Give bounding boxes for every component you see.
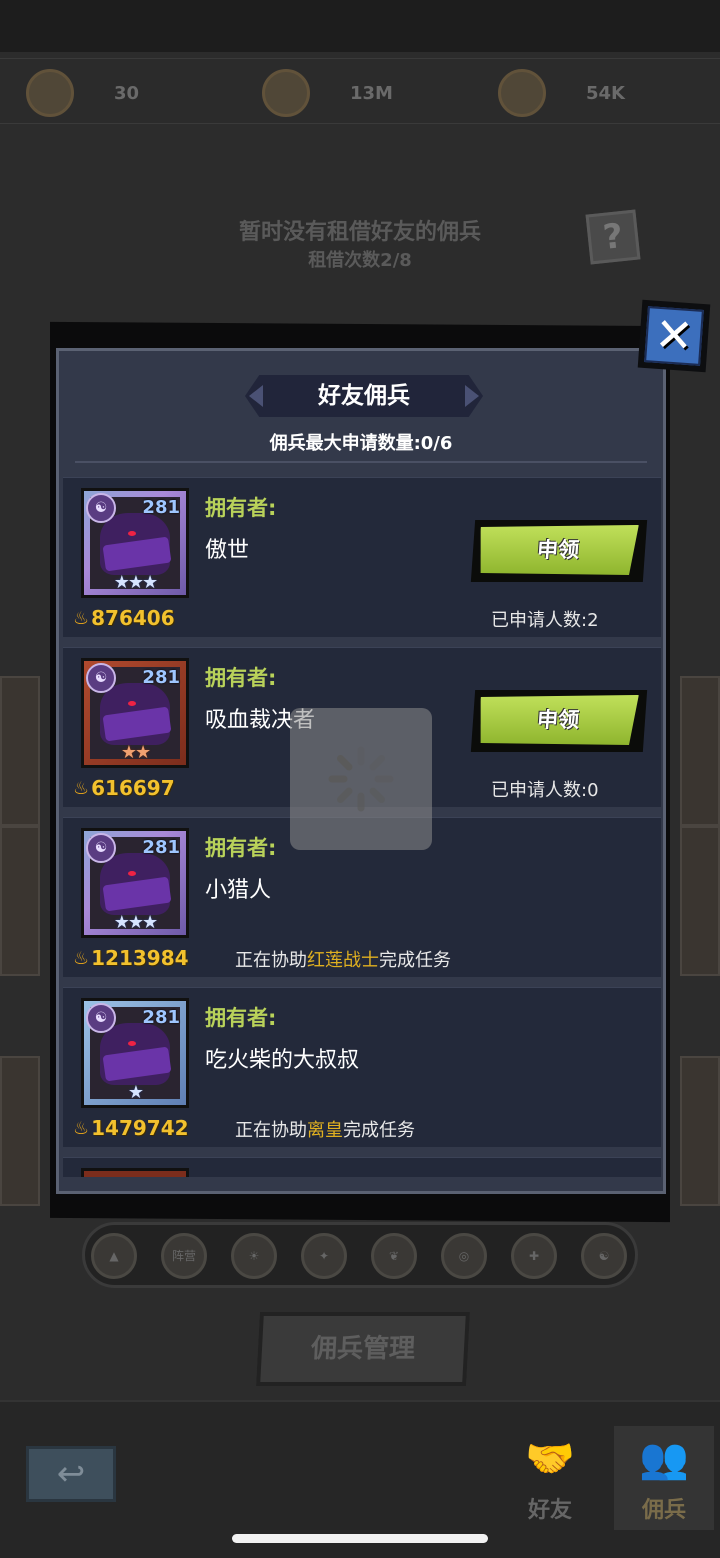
power-value: 1213984: [91, 946, 189, 970]
side-card: [680, 1056, 720, 1206]
faction-mask-icon: ☯: [86, 1003, 116, 1033]
list-item: [63, 1157, 661, 1177]
applicant-count: 已申请人数:0: [491, 780, 599, 801]
power: ♨ 1479742: [73, 1116, 189, 1140]
heart-icon: [26, 69, 74, 117]
tab-friends-label: 好友: [527, 1498, 572, 1523]
filter-sun-icon[interactable]: ☀: [231, 1233, 277, 1279]
home-indicator[interactable]: [232, 1534, 488, 1543]
assist-suffix: 完成任务: [343, 1120, 415, 1141]
filter-camp-label: 阵营: [171, 1249, 196, 1263]
handshake-icon: 🤝: [525, 1436, 575, 1482]
star-rating: ★: [127, 1082, 144, 1103]
mercenary-portrait[interactable]: [81, 1168, 189, 1177]
power-value: 876406: [91, 606, 175, 630]
mercenary-manage-button[interactable]: 佣兵管理: [256, 1312, 470, 1386]
owner-label: 拥有者:: [205, 836, 277, 860]
assist-target: 红莲战士: [307, 950, 379, 971]
tab-mercenaries-label: 佣兵: [641, 1498, 686, 1523]
mercenary-portrait[interactable]: ☯ 281 ★★★: [81, 828, 189, 938]
assist-status: 正在协助红莲战士完成任务: [235, 946, 451, 972]
faction-mask-icon: ☯: [86, 833, 116, 863]
tab-mercenaries[interactable]: 👥 佣兵: [614, 1426, 714, 1530]
assist-prefix: 正在协助: [235, 1120, 307, 1141]
assist-prefix: 正在协助: [235, 950, 307, 971]
divider: [75, 461, 647, 463]
power-icon: ♨: [73, 1117, 90, 1139]
filter-up-icon[interactable]: ▲: [91, 1233, 137, 1279]
claim-button-label: 申领: [536, 708, 580, 732]
side-card: [0, 676, 40, 826]
applicant-count: 已申请人数:2: [491, 610, 599, 631]
claim-button[interactable]: 申领: [470, 690, 648, 752]
back-arrow-icon[interactable]: ↩: [26, 1446, 116, 1502]
power-value: 616697: [91, 776, 175, 800]
power-icon: ♨: [73, 947, 90, 969]
star-rating: ★★★: [113, 912, 158, 933]
faction-mask-icon: ☯: [86, 493, 116, 523]
gear-coin-icon: [498, 69, 546, 117]
close-button[interactable]: ✕: [637, 299, 711, 373]
mercenary-portrait[interactable]: ☯ 281 ★: [81, 998, 189, 1108]
claim-button-label: 申领: [536, 538, 580, 562]
mercenary-level: 281: [142, 497, 180, 518]
hearts-value: 30: [114, 82, 140, 104]
side-card: [0, 1056, 40, 1206]
owner-label: 拥有者:: [205, 496, 277, 520]
power: ♨ 876406: [73, 606, 175, 630]
list-item: ☯ 281 ★★★ ♨ 876406 拥有者: 傲世 申领 已申请人数:2: [63, 477, 661, 637]
filter-leaf-icon[interactable]: ❦: [371, 1233, 417, 1279]
apply-limit: 佣兵最大申请数量:0/6: [269, 433, 453, 454]
filter-beast-icon[interactable]: ✦: [301, 1233, 347, 1279]
faction-filter-bar: ▲ 阵营 ☀ ✦ ❦ ◎ ✚ ☯: [82, 1222, 638, 1288]
filter-mask-icon[interactable]: ☯: [581, 1233, 627, 1279]
status-bar: [0, 0, 720, 52]
side-card: [680, 826, 720, 976]
resource-gears: 54K: [498, 69, 625, 117]
assist-suffix: 完成任务: [379, 950, 451, 971]
power: ♨ 616697: [73, 776, 175, 800]
mercenary-portrait[interactable]: ☯ 281 ★★: [81, 658, 189, 768]
side-card: [0, 826, 40, 976]
power-icon: ♨: [73, 607, 90, 629]
filter-wave-icon[interactable]: ◎: [441, 1233, 487, 1279]
list-item: ☯ 281 ★ ♨ 1479742 拥有者: 吃火柴的大叔叔 正在协助离皇完成任…: [63, 987, 661, 1147]
owner-label: 拥有者:: [205, 666, 277, 690]
owner-name: 吃火柴的大叔叔: [205, 1048, 360, 1073]
power-icon: ♨: [73, 777, 90, 799]
star-rating: ★★★: [113, 572, 158, 593]
claim-button[interactable]: 申领: [470, 520, 648, 582]
power: ♨ 1213984: [73, 946, 189, 970]
spinner-icon: [328, 746, 394, 812]
gears-value: 54K: [586, 82, 625, 104]
help-icon[interactable]: ?: [585, 209, 641, 265]
tab-friends[interactable]: 🤝 好友: [500, 1426, 600, 1530]
close-icon: ✕: [652, 306, 696, 364]
owner-name: 小猎人: [205, 878, 272, 903]
dialog-title: 好友佣兵: [318, 383, 410, 409]
group-icon: 👥: [639, 1436, 689, 1482]
mercenary-level: 281: [142, 667, 180, 688]
coins-value: 13M: [350, 82, 393, 104]
owner-label: 拥有者:: [205, 1006, 277, 1030]
mercenary-level: 281: [142, 837, 180, 858]
side-card: [680, 676, 720, 826]
faction-mask-icon: ☯: [86, 663, 116, 693]
filter-cross-icon[interactable]: ✚: [511, 1233, 557, 1279]
power-value: 1479742: [91, 1116, 189, 1140]
resource-hearts: 30: [26, 69, 139, 117]
assist-status: 正在协助离皇完成任务: [235, 1116, 415, 1142]
resource-coins: 13M: [262, 69, 393, 117]
resource-bar: 30 13M 54K: [0, 58, 720, 124]
coin-icon: [262, 69, 310, 117]
star-rating: ★★: [120, 742, 151, 763]
mercenary-level: 281: [142, 1007, 180, 1028]
owner-name: 傲世: [205, 538, 250, 563]
mercenary-portrait[interactable]: ☯ 281 ★★★: [81, 488, 189, 598]
assist-target: 离皇: [307, 1120, 343, 1141]
filter-camp[interactable]: 阵营: [161, 1233, 207, 1279]
loading-indicator: [290, 708, 432, 850]
